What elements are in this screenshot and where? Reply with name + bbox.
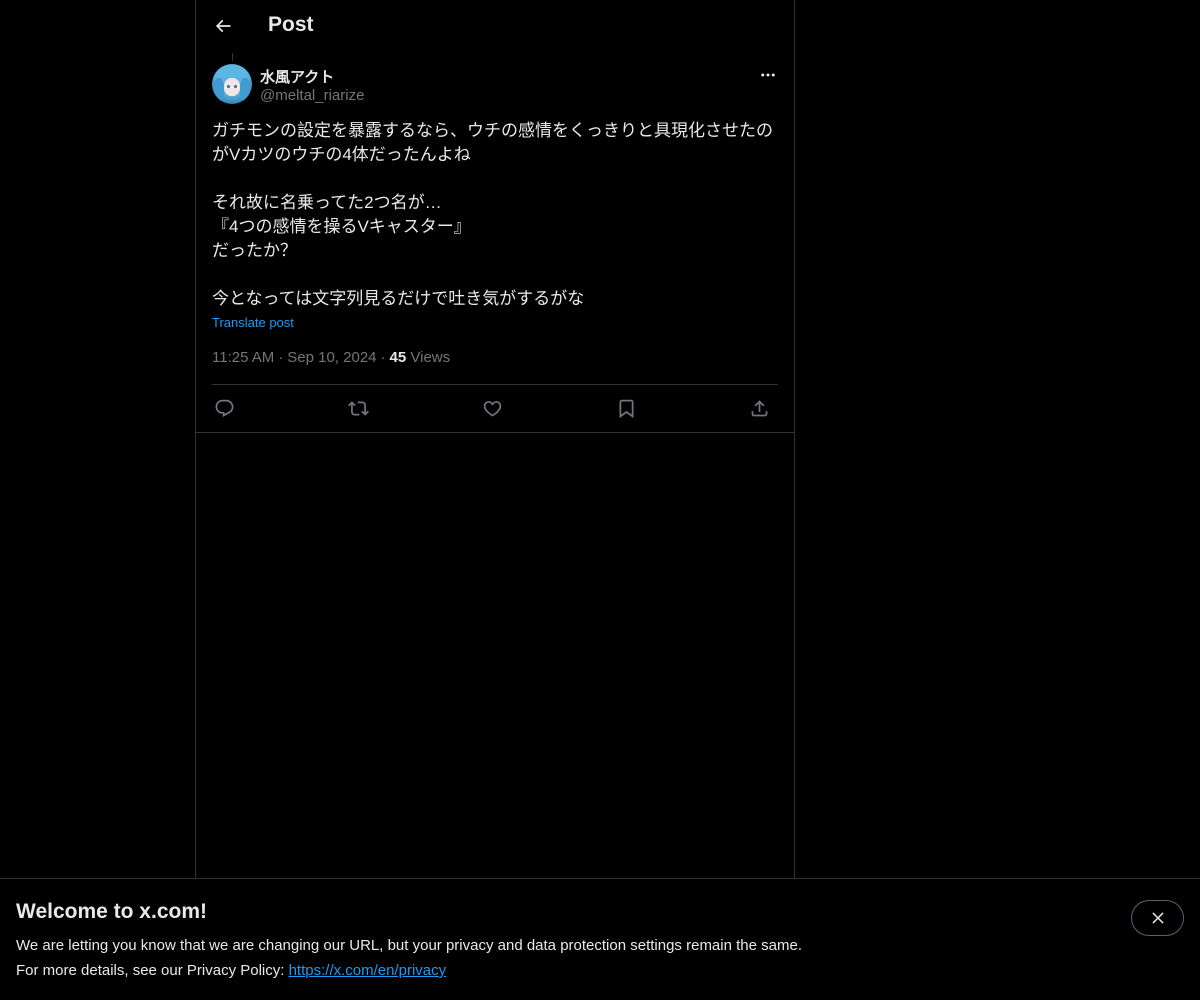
heart-icon: [482, 398, 503, 419]
reply-button[interactable]: [212, 396, 236, 420]
back-button[interactable]: [206, 9, 240, 43]
author-handle[interactable]: @meltal_riarize: [260, 87, 364, 104]
reply-icon: [214, 398, 235, 419]
bookmark-icon: [616, 398, 637, 419]
welcome-banner: Welcome to x.com! We are letting you kno…: [0, 878, 1200, 1000]
more-options-button[interactable]: [756, 64, 780, 86]
post-date[interactable]: Sep 10, 2024: [287, 349, 376, 366]
post-column: Post 水風アクト @meltal_riarize ガチモンの設定を暴露するな…: [195, 0, 795, 878]
views-count: 45: [389, 349, 407, 366]
avatar[interactable]: [212, 64, 252, 104]
banner-privacy-line: For more details, see our Privacy Policy…: [16, 962, 446, 979]
post-text: ガチモンの設定を暴露するなら、ウチの感情をくっきりと具現化させたのがVカツのウチ…: [212, 121, 773, 308]
banner-privacy-prefix: For more details, see our Privacy Policy…: [16, 962, 289, 979]
more-horizontal-icon: [759, 66, 777, 84]
like-button[interactable]: [480, 396, 504, 420]
top-bar: Post: [196, 0, 794, 53]
meta-separator: ·: [278, 349, 284, 366]
close-banner-button[interactable]: [1131, 900, 1184, 936]
close-icon: [1149, 909, 1167, 927]
arrow-left-icon: [213, 16, 233, 36]
repost-icon: [347, 398, 369, 419]
translate-post-link[interactable]: Translate post: [212, 315, 294, 330]
post-time[interactable]: 11:25 AM: [212, 349, 274, 366]
views-label: Views: [410, 349, 451, 366]
share-button[interactable]: [747, 396, 771, 420]
share-icon: [749, 398, 770, 419]
page-title: Post: [268, 13, 314, 36]
action-bar: [212, 385, 778, 432]
author-name[interactable]: 水風アクト: [260, 66, 334, 87]
thread-connector: [232, 53, 233, 61]
banner-title: Welcome to x.com!: [16, 900, 207, 923]
privacy-policy-link[interactable]: https://x.com/en/privacy: [289, 962, 447, 979]
divider: [196, 432, 794, 433]
bookmark-button[interactable]: [614, 396, 638, 420]
repost-button[interactable]: [346, 396, 370, 420]
meta-separator: ·: [380, 349, 386, 366]
post-meta: 11:25 AM · Sep 10, 2024 · 45 Views: [212, 349, 450, 366]
banner-message: We are letting you know that we are chan…: [16, 937, 802, 954]
